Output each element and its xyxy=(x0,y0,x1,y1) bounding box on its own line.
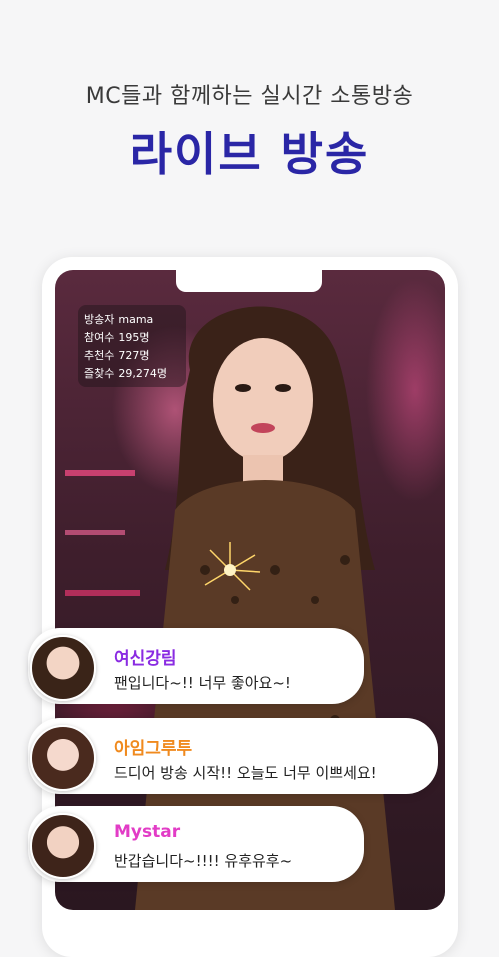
favorites-value: 29,274명 xyxy=(118,367,167,380)
avatar[interactable] xyxy=(30,725,96,791)
chat-message: 반갑습니다~!!!! 유후유후~ xyxy=(114,852,293,870)
broadcaster-label: 방송자 xyxy=(84,313,115,326)
chat-message: 드디어 방송 시작!! 오늘도 너무 이쁘세요! xyxy=(114,764,377,782)
viewers-value: 195명 xyxy=(118,331,150,344)
chat-username[interactable]: 아임그루투 xyxy=(114,734,192,759)
phone-notch xyxy=(176,268,322,292)
recommend-value: 727명 xyxy=(118,349,150,362)
chat-username[interactable]: Mystar xyxy=(114,822,180,842)
viewers-label: 참여수 xyxy=(84,331,115,344)
chat-message: 팬입니다~!! 너무 좋아요~! xyxy=(114,674,291,692)
favorites-label: 즐찾수 xyxy=(84,367,115,380)
broadcaster-value: mama xyxy=(118,313,154,326)
promo-subtitle: MC들과 함께하는 실시간 소통방송 xyxy=(85,84,414,109)
avatar[interactable] xyxy=(30,813,96,879)
avatar[interactable] xyxy=(30,635,96,701)
chat-username[interactable]: 여신강림 xyxy=(114,644,177,669)
stream-info-panel: 방송자 mama 참여수 195명 추천수 727명 즐찾수 29,274명 xyxy=(78,305,186,387)
recommend-label: 추천수 xyxy=(84,349,115,362)
promo-title: 라이브 방송 xyxy=(129,127,370,181)
